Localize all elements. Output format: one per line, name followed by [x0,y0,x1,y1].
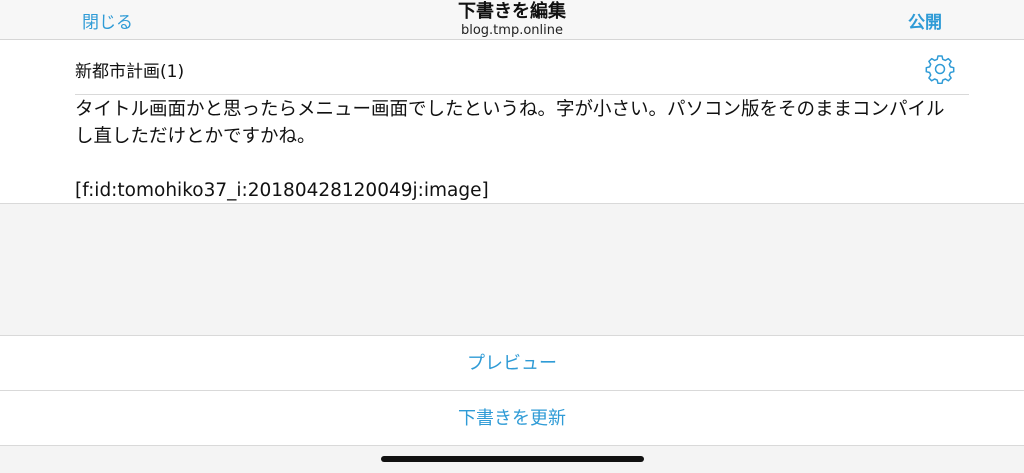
title-row: 新都市計画(1) [75,40,969,95]
entry-title-field[interactable]: 新都市計画(1) [75,57,184,82]
gear-icon[interactable] [925,54,955,84]
nav-title-group: 下書きを編集 blog.tmp.online [0,1,1024,38]
navigation-bar: 閉じる 下書きを編集 blog.tmp.online 公開 [0,0,1024,40]
page-title: 下書きを編集 [458,1,566,22]
update-draft-button[interactable]: 下書きを更新 [0,391,1024,446]
publish-button[interactable]: 公開 [908,8,942,33]
entry-body-field[interactable]: タイトル画面かと思ったらメニュー画面でしたというね。字が小さい。パソコン版をその… [75,96,955,203]
home-indicator[interactable] [381,456,644,462]
preview-button[interactable]: プレビュー [0,336,1024,391]
blog-domain: blog.tmp.online [460,23,563,38]
draft-editor: 新都市計画(1) タイトル画面かと思ったらメニュー画面でしたというね。字が小さい… [0,40,1024,204]
action-list: プレビュー 下書きを更新 [0,335,1024,446]
